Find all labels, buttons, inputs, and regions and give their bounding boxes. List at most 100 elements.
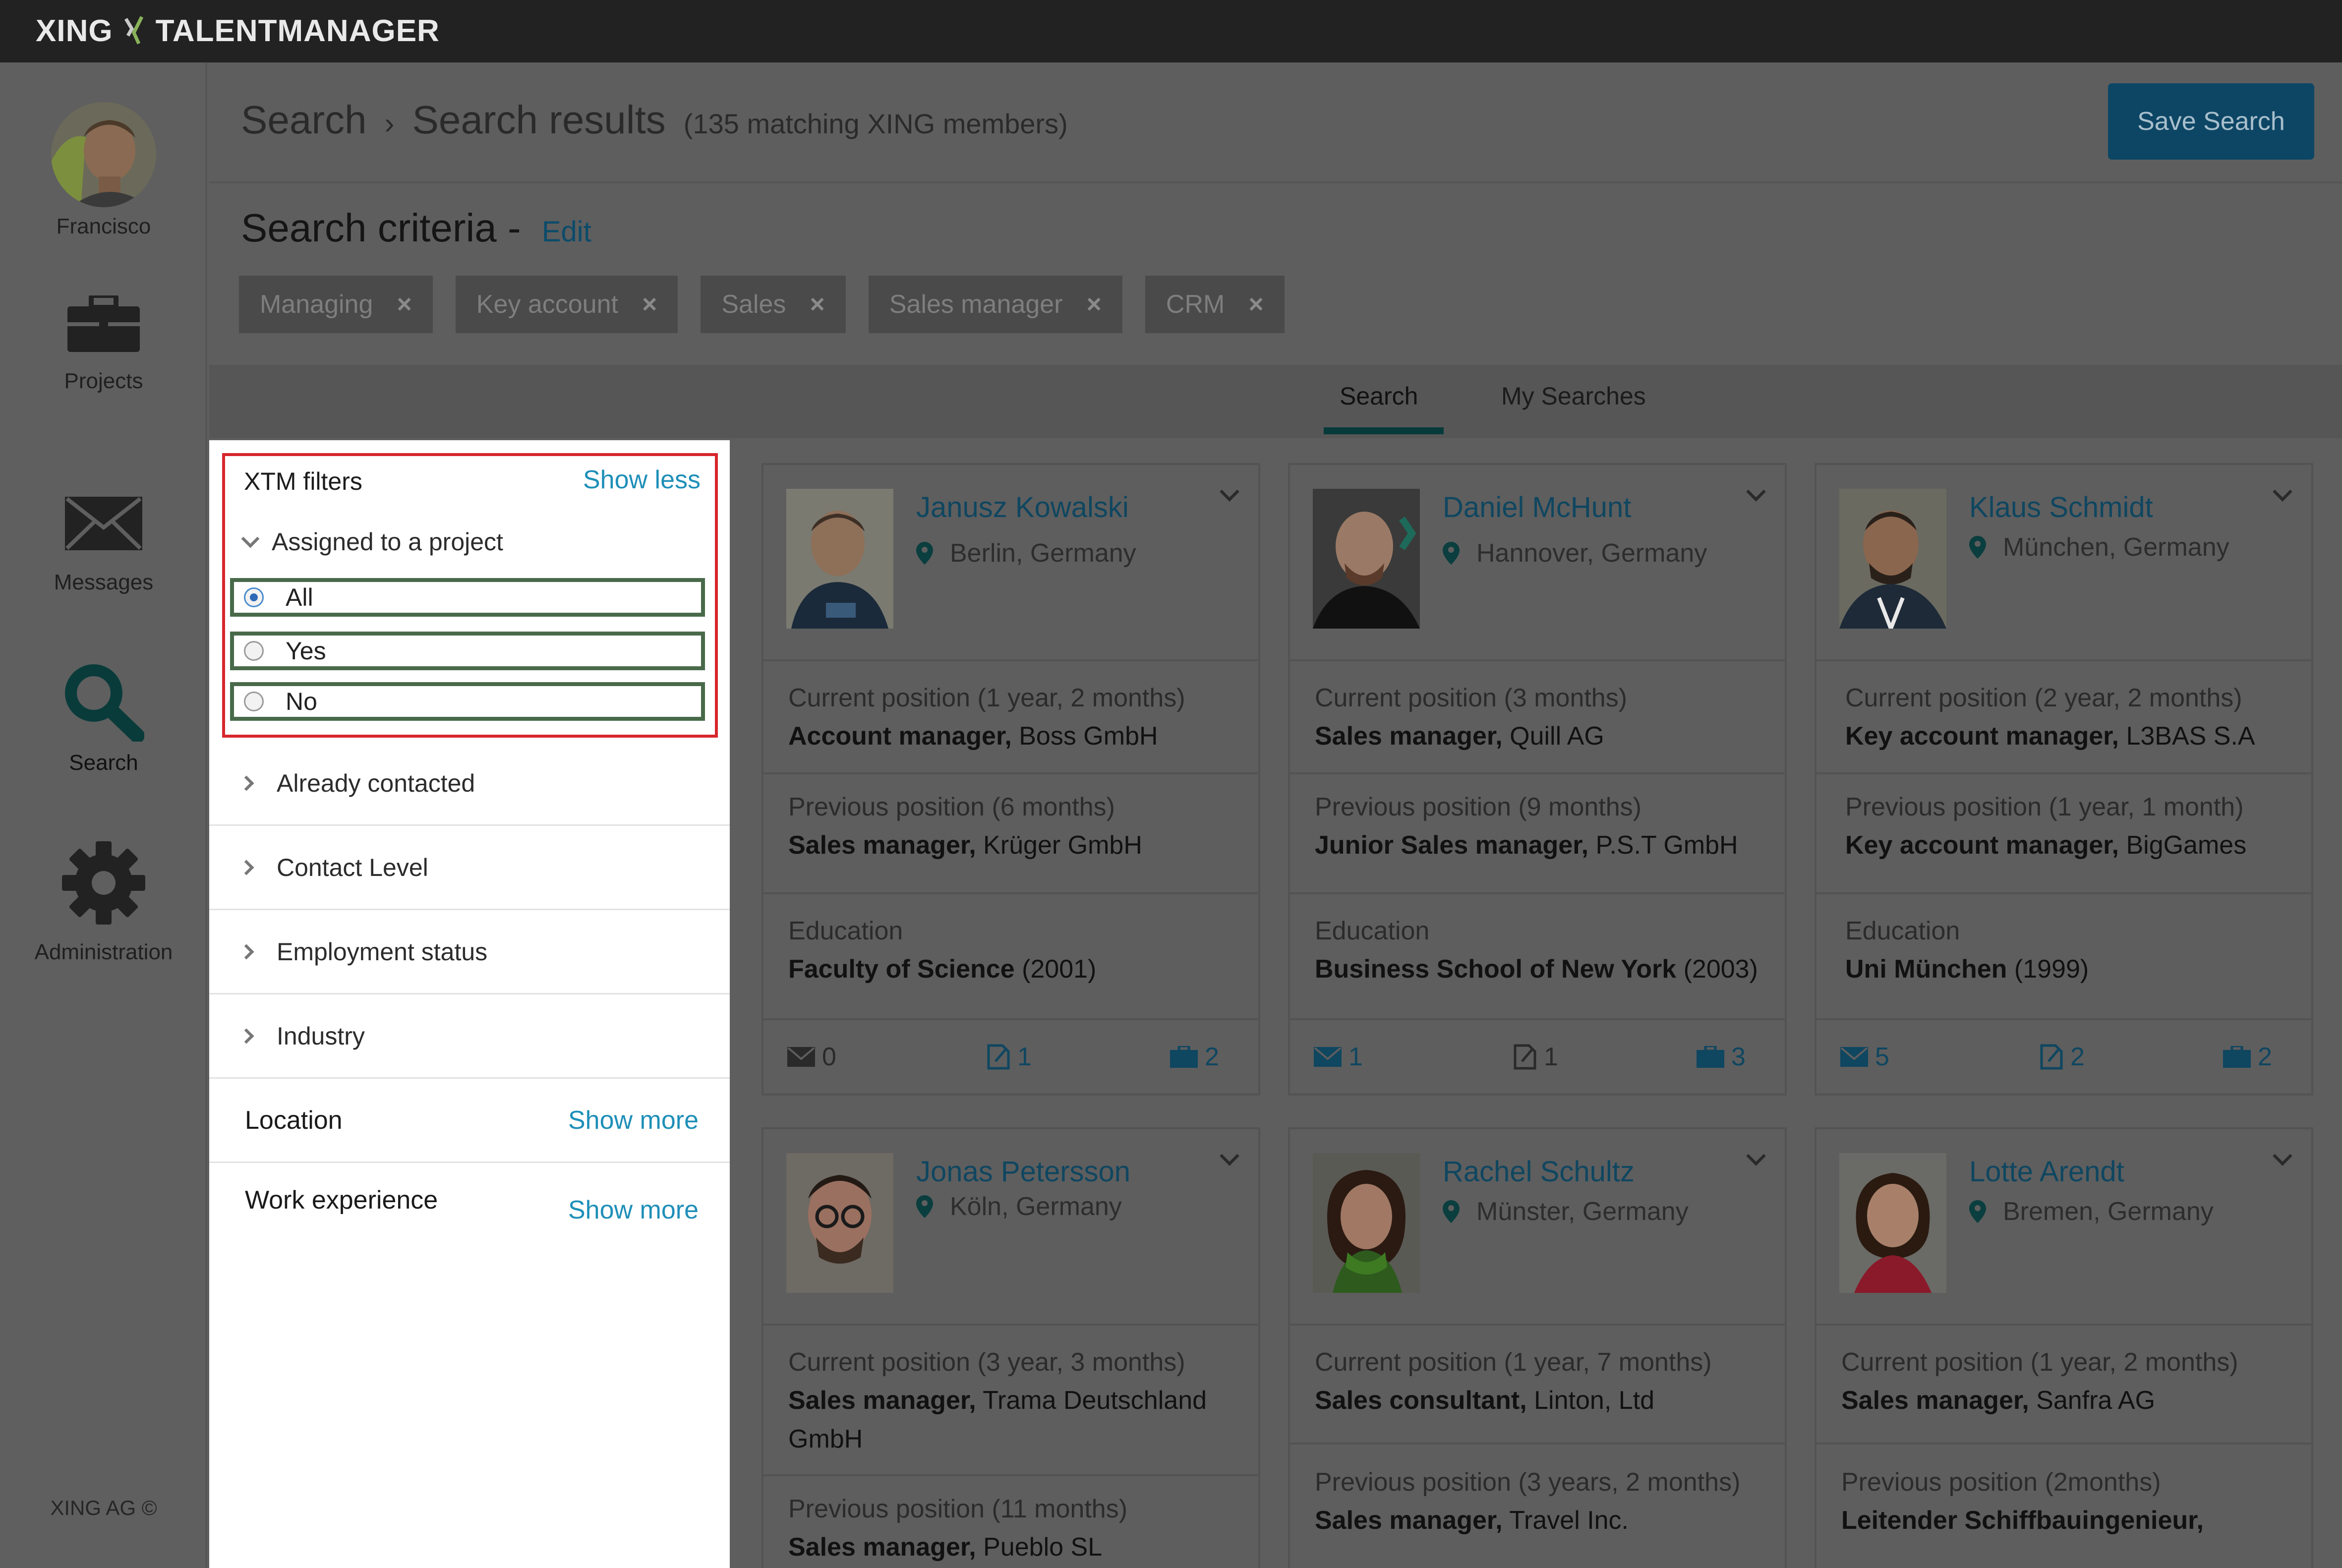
assigned-project-toggle[interactable]: Assigned to a project — [241, 527, 503, 556]
candidate-photo — [786, 489, 893, 629]
active-tab-indicator — [1324, 427, 1444, 434]
chevron-down-icon[interactable] — [1746, 1146, 1766, 1166]
filter-industry[interactable]: Industry — [209, 994, 730, 1079]
candidate-photo — [1313, 489, 1420, 629]
nav-projects[interactable]: Projects — [0, 295, 207, 394]
candidate-name[interactable]: Rachel Schultz — [1443, 1155, 1635, 1188]
section-heading: Current position (3 months) — [1315, 684, 1628, 712]
chevron-down-icon[interactable] — [1746, 482, 1766, 502]
section-value: Junior Sales manager, P.S.T GmbH — [1315, 826, 1761, 865]
save-search-button[interactable]: Save Search — [2108, 83, 2314, 160]
chevron-down-icon[interactable] — [1220, 482, 1239, 502]
message-count[interactable]: 0 — [787, 1042, 836, 1072]
candidate-name[interactable]: Daniel McHunt — [1443, 491, 1631, 524]
app-logo[interactable]: XING TALENTMANAGER — [36, 11, 440, 51]
radio-option-all[interactable]: All — [230, 578, 705, 617]
tab-my-searches[interactable]: My Searches — [1501, 382, 1646, 410]
nav-messages[interactable]: Messages — [0, 497, 207, 595]
nav-projects-label: Projects — [64, 369, 143, 393]
location-text: Hannover, Germany — [1476, 539, 1707, 568]
filter-label: Already contacted — [277, 769, 475, 797]
company: Boss GmbH — [1019, 722, 1158, 751]
message-count[interactable]: 5 — [1840, 1042, 1889, 1072]
note-count[interactable]: 1 — [1513, 1042, 1558, 1072]
candidate-name[interactable]: Jonas Petersson — [916, 1155, 1130, 1188]
show-more-location-link[interactable]: Show more — [568, 1105, 699, 1135]
candidate-card[interactable]: Jonas Petersson Köln, Germany Current po… — [761, 1127, 1260, 1568]
note-count[interactable]: 2 — [2040, 1042, 2085, 1072]
remove-tag-icon[interactable]: × — [642, 290, 657, 319]
company: P.S.T GmbH — [1595, 831, 1738, 860]
remove-tag-icon[interactable]: × — [1087, 290, 1102, 319]
section-heading: Previous position (1 year, 1 month) — [1845, 793, 2244, 821]
candidate-name[interactable]: Janusz Kowalski — [916, 491, 1129, 524]
previous-position: Previous position (1 year, 1 month) Key … — [1816, 772, 2311, 892]
radio-option-no[interactable]: No — [230, 682, 705, 721]
project-count[interactable]: 2 — [1170, 1042, 1219, 1072]
candidate-card[interactable]: Daniel McHunt Hannover, Germany Current … — [1288, 463, 1787, 1096]
section-value: Key account manager, L3BAS S.A — [1845, 717, 2291, 755]
company: Pueblo SL — [983, 1533, 1103, 1562]
current-position: Current position (1 year, 2 months) Acco… — [763, 659, 1258, 772]
remove-tag-icon[interactable]: × — [810, 290, 824, 319]
edit-criteria-link[interactable]: Edit — [542, 216, 591, 248]
filter-contact-level[interactable]: Contact Level — [209, 826, 730, 910]
job-title: Account manager, — [788, 722, 1012, 751]
job-title: Sales manager, — [788, 1533, 976, 1562]
project-count[interactable]: 2 — [2223, 1042, 2272, 1072]
filter-employment-status[interactable]: Employment status — [209, 910, 730, 994]
show-less-link[interactable]: Show less — [583, 465, 701, 495]
school: Faculty of Science — [788, 955, 1015, 984]
previous-position: Previous position (9 months) Junior Sale… — [1290, 772, 1785, 892]
chevron-down-icon[interactable] — [2273, 1146, 2292, 1166]
chevron-right-icon — [238, 859, 254, 875]
note-icon — [2040, 1044, 2063, 1070]
filter-already-contacted[interactable]: Already contacted — [209, 742, 730, 826]
tag-label: Sales — [721, 290, 786, 319]
note-icon — [987, 1044, 1010, 1070]
candidate-location: Bremen, Germany — [1969, 1197, 2214, 1226]
chevron-right-icon — [238, 1028, 254, 1044]
chevron-down-icon[interactable] — [1220, 1146, 1239, 1166]
tab-search[interactable]: Search — [1340, 382, 1418, 410]
project-count[interactable]: 3 — [1697, 1042, 1746, 1072]
current-position: Current position (2 year, 2 months) Key … — [1816, 659, 2311, 772]
nav-profile[interactable]: Francisco — [0, 102, 207, 239]
candidate-card[interactable]: Rachel Schultz Münster, Germany Current … — [1288, 1127, 1787, 1568]
radio-label: No — [286, 688, 317, 715]
candidate-card[interactable]: Lotte Arendt Bremen, Germany Current pos… — [1815, 1127, 2313, 1568]
criteria-heading: Search criteria - Edit — [241, 205, 591, 251]
radio-button[interactable] — [244, 587, 264, 607]
location-text: Münster, Germany — [1476, 1197, 1689, 1226]
tag-label: Sales manager — [889, 290, 1063, 319]
remove-tag-icon[interactable]: × — [1248, 290, 1263, 319]
radio-button[interactable] — [244, 641, 264, 661]
candidate-card[interactable]: Klaus Schmidt München, Germany Current p… — [1815, 463, 2313, 1096]
nav-administration[interactable]: Administration — [0, 841, 207, 965]
chevron-down-icon[interactable] — [2273, 482, 2292, 502]
show-more-experience-link[interactable]: Show more — [568, 1195, 699, 1225]
candidate-card[interactable]: Janusz Kowalski Berlin, Germany Current … — [761, 463, 1260, 1096]
copyright: XING AG © — [50, 1496, 157, 1519]
briefcase-icon — [2223, 1046, 2251, 1068]
card-stats: 5 2 2 — [1816, 1018, 2311, 1094]
note-count[interactable]: 1 — [987, 1042, 1032, 1072]
job-title: Key account manager, — [1845, 722, 2119, 751]
breadcrumb-search[interactable]: Search — [241, 97, 366, 143]
section-heading: Current position (2 year, 2 months) — [1845, 684, 2242, 712]
section-value: Faculty of Science (2001) — [788, 950, 1234, 988]
section-heading: Current position (1 year, 7 months) — [1315, 1348, 1712, 1377]
message-count[interactable]: 1 — [1314, 1042, 1363, 1072]
radio-option-yes[interactable]: Yes — [230, 632, 705, 670]
education: Education Uni München (1999) — [1816, 892, 2311, 1016]
section-heading: Previous position (11 months) — [788, 1495, 1128, 1523]
nav-search[interactable]: Search — [0, 662, 207, 775]
candidate-name[interactable]: Klaus Schmidt — [1969, 491, 2153, 524]
section-value: Sales manager, Krüger GmbH — [788, 826, 1234, 865]
candidate-name[interactable]: Lotte Arendt — [1969, 1155, 2124, 1188]
company: Travel Inc. — [1509, 1506, 1629, 1535]
remove-tag-icon[interactable]: × — [397, 290, 411, 319]
card-stats: 0 1 2 — [763, 1018, 1258, 1094]
previous-position: Previous position (2months) Leitender Sc… — [1816, 1443, 2311, 1568]
radio-button[interactable] — [244, 692, 264, 711]
